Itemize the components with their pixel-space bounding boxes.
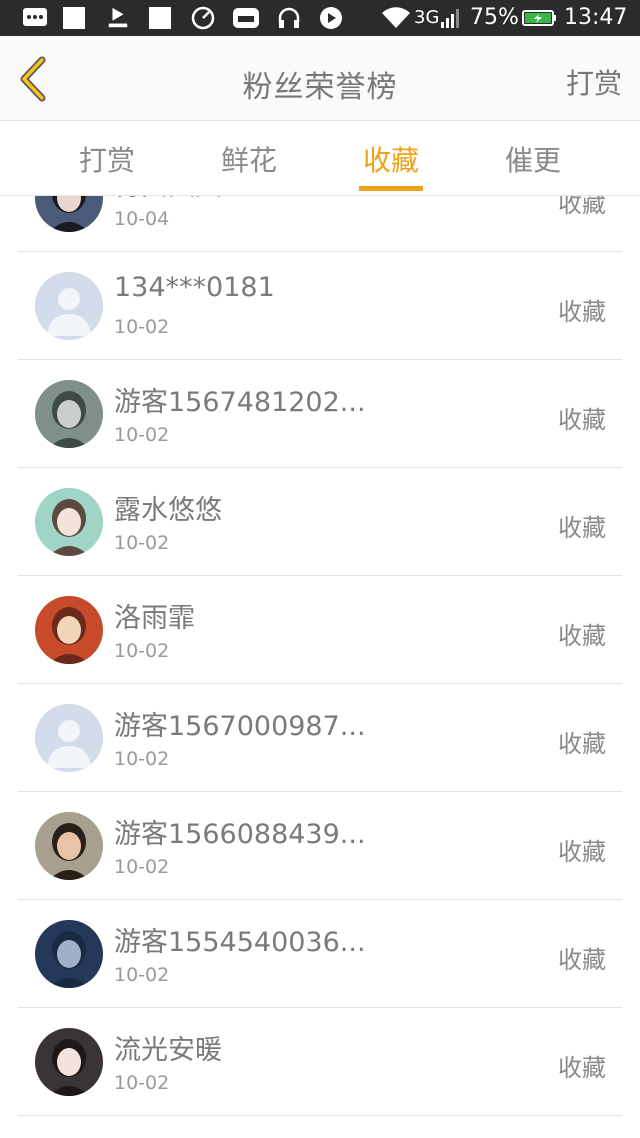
headset-icon [278,7,300,28]
tab-flowers[interactable]: 鲜花 [209,139,289,191]
square-icon [63,7,85,29]
list-item[interactable]: 游客1567481202... 10-02 收藏 [18,360,622,468]
item-action-label: 收藏 [558,946,606,974]
fan-list-inner: 肖贝大大 10-04 收藏 134***0181 10-02 收藏 游客1567… [0,196,640,1116]
item-date: 10-02 [114,1072,170,1094]
list-item[interactable]: 肖贝大大 10-04 收藏 [18,196,622,252]
battery-icon [522,10,556,26]
list-item[interactable]: 游客1554540036... 10-02 收藏 [18,900,622,1008]
item-action-label: 收藏 [558,622,606,650]
wifi-icon [382,7,410,29]
avatar [35,1028,103,1096]
app-header: 粉丝荣誉榜 打赏 [0,36,640,121]
tab-reward[interactable]: 打赏 [67,139,147,191]
avatar [35,920,103,988]
speed-icon [191,6,215,30]
tab-underline [359,186,423,191]
signal-icon [441,9,459,28]
avatar [35,272,103,340]
user-name: 露水悠悠 [114,495,222,526]
clock: 13:47 [564,5,628,30]
item-date: 10-02 [114,640,170,662]
user-name: 流光安暖 [114,1035,222,1066]
tab-label: 收藏 [362,144,419,177]
list-item[interactable]: 流光安暖 10-02 收藏 [18,1008,622,1116]
tab-label: 鲜花 [220,144,277,177]
tab-bar: 打赏 鲜花 收藏 催更 [0,121,640,196]
avatar [35,596,103,664]
play-icon [320,7,342,29]
avatar [35,704,103,772]
list-item[interactable]: 露水悠悠 10-02 收藏 [18,468,622,576]
user-name: 游客1554540036... [114,927,366,958]
avatar [35,812,103,880]
item-date: 10-02 [114,856,170,878]
page-title: 粉丝荣誉榜 [242,70,398,105]
fan-list[interactable]: 肖贝大大 10-04 收藏 134***0181 10-02 收藏 游客1567… [0,196,640,1138]
battery-percent: 75% [470,5,519,30]
item-date: 10-02 [114,424,170,446]
square-icon [149,7,171,29]
avatar [35,380,103,448]
network-type: 3G [414,7,440,28]
list-item[interactable]: 游客1566088439... 10-02 收藏 [18,792,622,900]
user-name: 134***0181 [114,272,275,303]
item-date: 10-02 [114,748,170,770]
tab-label: 催更 [504,144,561,177]
list-item[interactable]: 134***0181 10-02 收藏 [18,252,622,360]
message-icon [23,8,47,26]
tab-label: 打赏 [78,144,135,177]
item-action-label: 收藏 [558,406,606,434]
item-action-label: 收藏 [558,1054,606,1082]
item-action-label: 收藏 [558,298,606,326]
list-item[interactable]: 洛雨霏 10-02 收藏 [18,576,622,684]
user-name: 游客1567000987... [114,711,366,742]
item-date: 10-02 [114,316,170,338]
item-date: 10-04 [114,208,170,230]
avatar [35,196,103,232]
user-name: 肖贝大大 [114,196,222,203]
app-store-icon [233,8,259,28]
reward-button[interactable]: 打赏 [566,62,622,102]
user-name: 洛雨霏 [114,603,195,634]
status-bar: 3G 75% 13:47 [0,0,640,36]
item-date: 10-02 [114,532,170,554]
avatar [35,488,103,556]
user-name: 游客1566088439... [114,819,366,850]
item-date: 10-02 [114,964,170,986]
list-item[interactable]: 游客1567000987... 10-02 收藏 [18,684,622,792]
youku-icon [108,7,128,28]
item-action-label: 收藏 [558,514,606,542]
user-name: 游客1567481202... [114,387,366,418]
tab-collect[interactable]: 收藏 [351,139,431,191]
item-action-label: 收藏 [558,730,606,758]
tab-urge[interactable]: 催更 [493,139,573,191]
item-action-label: 收藏 [558,838,606,866]
item-action-label: 收藏 [558,196,606,218]
